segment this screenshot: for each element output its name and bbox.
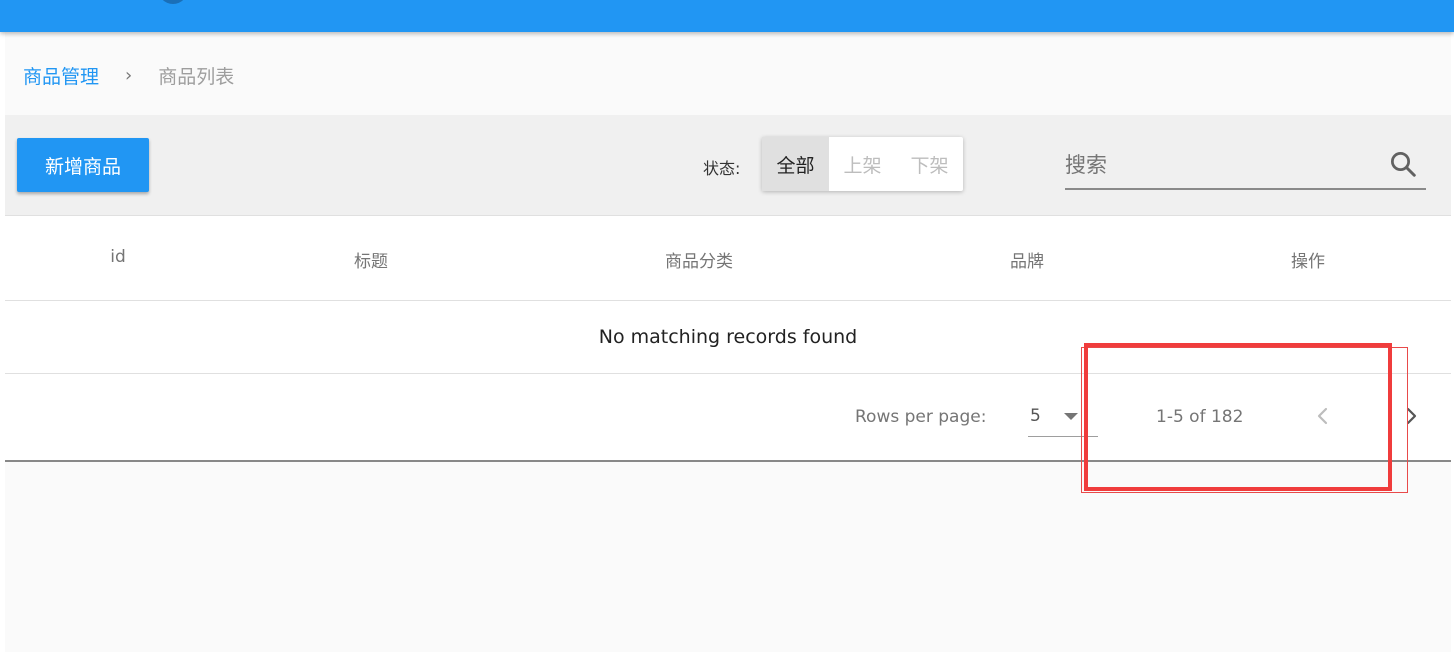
rows-per-page-select[interactable]: 5 — [1028, 396, 1098, 437]
add-product-button[interactable]: 新增商品 — [17, 138, 149, 192]
rows-per-page-label: Rows per page: — [855, 407, 987, 427]
status-filter-label: 状态: — [703, 159, 741, 178]
avatar[interactable] — [158, 0, 188, 4]
dropdown-arrow-icon[interactable] — [1064, 413, 1078, 420]
search-field — [1065, 141, 1426, 190]
list-toolbar: 新增商品 状态: 全部 上架 下架 — [5, 115, 1451, 215]
rows-per-page-value: 5 — [1030, 406, 1041, 426]
main-content: 商品管理 › 商品列表 新增商品 状态: 全部 上架 下架 id — [5, 32, 1451, 652]
chevron-left-icon[interactable] — [1311, 401, 1335, 431]
column-header-brand[interactable]: 品牌 — [1010, 247, 1044, 272]
breadcrumb: 商品管理 › 商品列表 — [23, 60, 234, 90]
status-option-all[interactable]: 全部 — [762, 137, 829, 191]
column-header-title[interactable]: 标题 — [354, 247, 388, 272]
page-range-text: 1-5 of 182 — [1156, 407, 1244, 427]
column-header-id[interactable]: id — [110, 247, 126, 267]
breadcrumb-separator: › — [125, 64, 133, 86]
chevron-right-icon[interactable] — [1399, 401, 1423, 431]
column-header-actions[interactable]: 操作 — [1291, 247, 1325, 272]
app-page: 商品管理 › 商品列表 新增商品 状态: 全部 上架 下架 id — [0, 0, 1454, 652]
table-header: id 标题 商品分类 品牌 操作 — [5, 216, 1451, 301]
status-filter-group: 全部 上架 下架 — [762, 137, 963, 191]
product-table: id 标题 商品分类 品牌 操作 No matching records fou… — [5, 215, 1451, 462]
status-option-on-shelf[interactable]: 上架 — [829, 137, 896, 191]
status-option-off-shelf[interactable]: 下架 — [896, 137, 963, 191]
search-icon[interactable] — [1388, 149, 1418, 179]
breadcrumb-parent-link[interactable]: 商品管理 — [23, 62, 99, 89]
breadcrumb-current: 商品列表 — [158, 65, 235, 88]
search-input[interactable] — [1065, 147, 1365, 183]
top-app-bar — [0, 0, 1454, 32]
table-pagination: Rows per page: 5 1-5 of 182 — [5, 374, 1451, 462]
empty-state-message: No matching records found — [5, 301, 1451, 374]
column-header-category[interactable]: 商品分类 — [665, 247, 733, 272]
